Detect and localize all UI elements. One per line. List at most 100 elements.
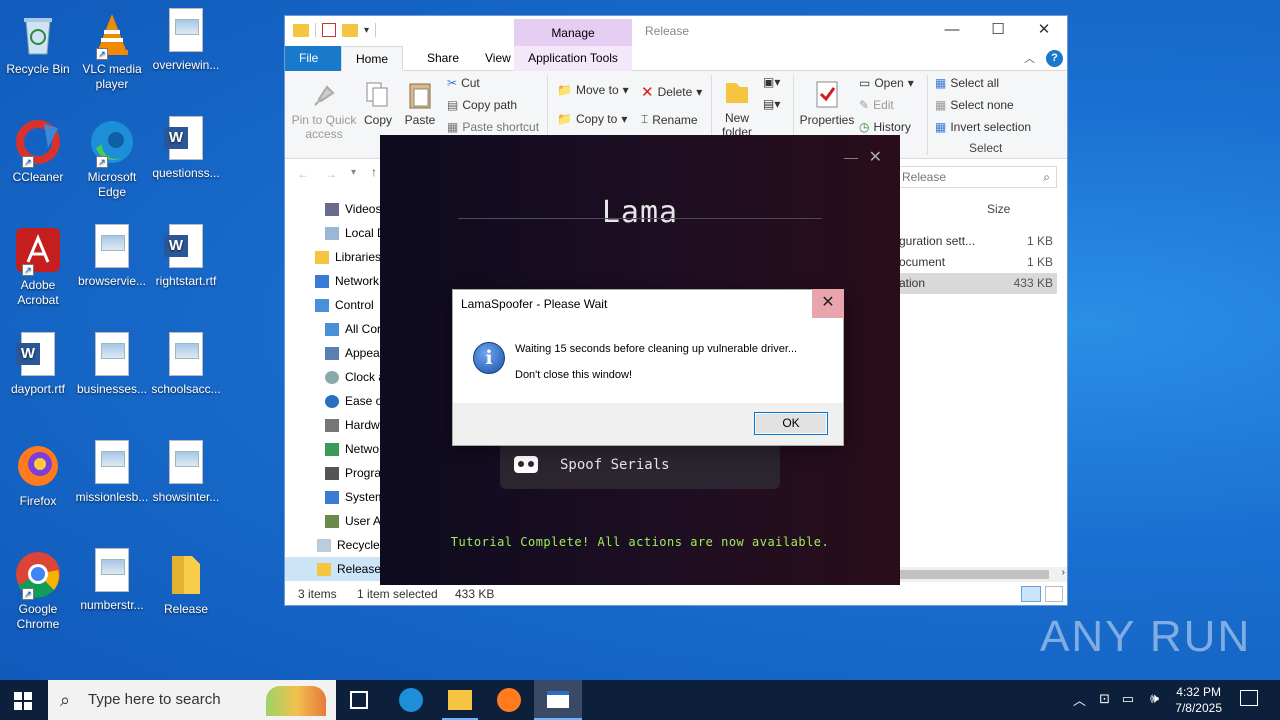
delete-button[interactable]: ✕ Delete ▾ — [641, 83, 702, 101]
tab-application-tools[interactable]: Application Tools — [514, 46, 632, 71]
help-icon[interactable]: ? — [1046, 50, 1063, 67]
nav-item-videos[interactable]: Videos — [325, 197, 385, 221]
desktop-icon-rightstart[interactable]: W rightstart.rtf — [148, 222, 224, 289]
maximize-button[interactable]: ☐ — [975, 16, 1021, 46]
start-button[interactable] — [14, 692, 32, 710]
chevron-up-icon[interactable]: ︿ — [1073, 690, 1086, 709]
device-icon[interactable]: ⊡ — [1099, 691, 1110, 707]
copy-button[interactable]: Copy — [361, 75, 395, 127]
firefox-taskbar-icon[interactable] — [497, 688, 521, 712]
forward-button[interactable]: → — [325, 167, 337, 181]
desktop-icon-vlc[interactable]: ↗ VLC media player — [74, 6, 150, 92]
paste-button[interactable]: Paste — [401, 75, 439, 127]
open-button[interactable]: ▭ Open ▾ — [859, 76, 914, 90]
task-view-icon[interactable] — [350, 691, 368, 709]
desktop-icon-release[interactable]: Release — [148, 546, 224, 617]
search-input[interactable]: Release ⌕ — [899, 166, 1057, 188]
select-none-button[interactable]: ▦ Select none — [935, 98, 1014, 112]
desktop-icon-showsinter[interactable]: showsinter... — [148, 438, 224, 505]
desktop-icon-browservie[interactable]: browservie... — [74, 222, 150, 289]
collapse-ribbon-icon[interactable]: ︿ — [1024, 50, 1035, 66]
large-icons-view-button[interactable] — [1045, 586, 1063, 602]
history-button[interactable]: ◷ History — [859, 120, 911, 134]
invert-selection-button[interactable]: ▦ Invert selection — [935, 120, 1031, 134]
recent-locations-button[interactable]: ▾ — [351, 167, 356, 178]
properties-button[interactable]: Properties — [799, 75, 855, 127]
close-button[interactable]: ✕ — [1021, 16, 1067, 46]
file-row[interactable]: ocument 1 KB — [899, 252, 1057, 273]
desktop-icon-missionlesb[interactable]: missionlesb... — [74, 438, 150, 505]
rename-button[interactable]: ⌶ Rename — [641, 112, 698, 127]
copy-to-button[interactable]: 📁 Copy to ▾ — [557, 112, 627, 126]
move-to-button[interactable]: 📁 Move to ▾ — [557, 83, 629, 97]
desktop-icon-questionss[interactable]: W questionss... — [148, 114, 224, 181]
desktop-icon-chrome[interactable]: ↗ Google Chrome — [0, 546, 76, 632]
nav-item-network-internet[interactable]: Netwo — [325, 437, 385, 461]
nav-item-appearance[interactable]: Appea — [325, 341, 385, 365]
nav-item-clock[interactable]: Clock a — [325, 365, 385, 389]
ok-button[interactable]: OK — [754, 412, 828, 435]
desktop-icon-schoolsacc[interactable]: schoolsacc... — [148, 330, 224, 397]
nav-item-programs[interactable]: Progra — [325, 461, 385, 485]
edge-taskbar-icon[interactable] — [399, 688, 423, 712]
properties-icon[interactable] — [322, 23, 336, 37]
nav-item-libraries[interactable]: Libraries — [315, 245, 385, 269]
new-item-icon[interactable]: ▣▾ — [763, 75, 780, 89]
nav-item-system[interactable]: System — [325, 485, 385, 509]
nav-item-control-panel[interactable]: Control — [315, 293, 385, 317]
new-folder-button[interactable]: New folder — [717, 73, 757, 139]
spoof-serials-button[interactable]: Spoof Serials — [500, 443, 780, 489]
desktop-icon-dayport[interactable]: W dayport.rtf — [0, 330, 76, 397]
volume-icon[interactable]: 🕪 — [1150, 690, 1159, 707]
file-row-selected[interactable]: ation 433 KB — [899, 273, 1057, 294]
desktop-icon-numberstr[interactable]: numberstr... — [74, 546, 150, 613]
paste-shortcut-button[interactable]: ▦ Paste shortcut — [447, 120, 539, 134]
desktop-icon-edge[interactable]: ↗ Microsoft Edge — [74, 114, 150, 200]
nav-item-hardware[interactable]: Hardw — [325, 413, 385, 437]
dialog-close-button[interactable]: ✕ — [812, 289, 844, 318]
desktop-icon-acrobat[interactable]: ↗ Adobe Acrobat — [0, 222, 76, 308]
explorer-titlebar[interactable]: ▾ Manage Release — ☐ ✕ — [285, 16, 1067, 46]
edit-button[interactable]: ✎ Edit — [859, 98, 894, 112]
lama-taskbar-button[interactable] — [534, 680, 582, 720]
lama-minimize-button[interactable]: — — [844, 149, 858, 165]
pin-quick-access-button[interactable]: Pin to Quick access — [289, 75, 359, 141]
copy-path-button[interactable]: ▤ Copy path — [447, 98, 517, 112]
details-view-button[interactable] — [1021, 586, 1041, 602]
network-icon[interactable]: ▭ — [1122, 691, 1134, 707]
column-header-size[interactable]: Size — [987, 202, 1010, 216]
desktop-icon-recycle-bin[interactable]: Recycle Bin — [0, 6, 76, 77]
up-button[interactable]: ↑ — [371, 165, 377, 179]
notification-icon[interactable] — [1240, 690, 1258, 706]
taskbar-search-box[interactable]: ⌕ Type here to search — [48, 680, 336, 720]
nav-item-ease-of-access[interactable]: Ease of — [325, 389, 385, 413]
manage-context-tab[interactable]: Manage — [514, 19, 632, 46]
back-button[interactable]: ← — [297, 167, 309, 181]
desktop-icon-businesses[interactable]: businesses... — [74, 330, 150, 397]
desktop-icon-ccleaner[interactable]: ↗ CCleaner — [0, 114, 76, 185]
nav-item-network[interactable]: Network — [315, 269, 385, 293]
nav-item-recycle-bin[interactable]: Recycle — [317, 533, 385, 557]
file-row[interactable]: guration sett... 1 KB — [899, 231, 1057, 252]
nav-item-all-control-panel[interactable]: All Cor — [325, 317, 385, 341]
new-folder-icon[interactable] — [342, 23, 358, 37]
desktop-icon-overviewin[interactable]: overviewin... — [148, 6, 224, 73]
chevron-down-icon[interactable]: ▾ — [364, 25, 369, 36]
please-wait-dialog[interactable]: LamaSpoofer - Please Wait ✕ i Waiting 15… — [452, 289, 844, 446]
horizontal-scrollbar[interactable]: › — [899, 567, 1067, 582]
scroll-right-icon[interactable]: › — [1062, 567, 1065, 578]
tab-home[interactable]: Home — [341, 46, 404, 71]
minimize-button[interactable]: — — [929, 16, 975, 46]
lama-close-button[interactable]: ✕ — [869, 147, 882, 167]
cut-button[interactable]: ✂ Cut — [447, 76, 480, 90]
desktop-icon-firefox[interactable]: Firefox — [0, 438, 76, 509]
easy-access-icon[interactable]: ▤▾ — [763, 97, 780, 111]
tab-share[interactable]: Share — [413, 46, 473, 71]
tab-file[interactable]: File — [285, 46, 341, 71]
file-explorer-taskbar-icon[interactable] — [448, 690, 472, 710]
nav-item-user-accounts[interactable]: User A — [325, 509, 385, 533]
nav-item-release[interactable]: Release — [285, 557, 385, 581]
select-all-button[interactable]: ▦ Select all — [935, 76, 999, 90]
clock[interactable]: 4:32 PM 7/8/2025 — [1175, 684, 1222, 716]
nav-item-local-disk[interactable]: Local D — [325, 221, 385, 245]
